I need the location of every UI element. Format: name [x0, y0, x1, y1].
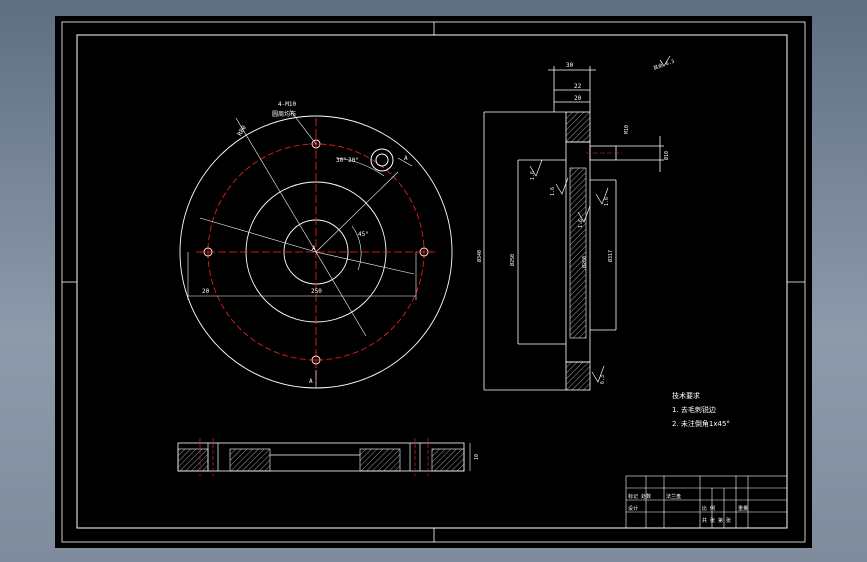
flange-section-bottom: [565, 361, 591, 391]
hole-callout-line1: 4-M10: [278, 101, 296, 108]
dim-top-second: 20: [574, 95, 582, 102]
dim-top-width: 30: [566, 62, 574, 69]
roughness-5: 6.3: [600, 375, 606, 384]
dim-right-diameter: Ø317: [607, 250, 614, 262]
center-mark: A: [312, 245, 316, 252]
lower-dim-height: 10: [474, 454, 480, 460]
roughness-1: 1.6: [530, 171, 536, 180]
tb-designer-cell: 设计: [628, 505, 638, 512]
lower-hatch-right-2: [431, 448, 465, 472]
tb-sheet-cell: 共 张 第 张: [702, 517, 731, 524]
roughness-2: 1.6: [550, 187, 556, 196]
tech-title: 技术要求: [672, 391, 700, 400]
dim-bottom-left: 20: [202, 288, 210, 295]
flange-section-top: [565, 111, 591, 143]
angle-label-a: 30°: [336, 157, 347, 164]
tech-item-2: 2. 未注倒角1x45°: [672, 419, 730, 428]
dim-inner-bore-2: Ø260: [581, 256, 588, 268]
roughness-3: 1.6: [578, 219, 584, 228]
dim-overall-height: Ø340: [476, 250, 483, 262]
hole-callout-line2: 圆周均布: [272, 110, 296, 118]
angle-label-c: 45°: [358, 231, 369, 238]
tb-drawing-name: 法兰盘: [666, 493, 681, 500]
lower-hatch-right: [359, 448, 401, 472]
dim-inner-bore: Ø250: [509, 254, 516, 266]
dim-top-inner: 22: [574, 83, 582, 90]
lower-hatch-left-2: [229, 448, 271, 472]
dim-center: 250: [311, 288, 322, 295]
roughness-4: 1.6: [604, 197, 610, 206]
lower-hatch-left: [177, 448, 209, 472]
tech-item-1: 1. 去毛刺锐边: [672, 405, 716, 414]
dim-right-hole: Ø10: [663, 151, 670, 160]
tb-name-cell: 标记 处数: [628, 493, 651, 500]
inner-bore-section: [569, 167, 587, 339]
tb-weight-cell: 重量: [738, 505, 748, 512]
tb-scale-cell: 比 例: [702, 505, 715, 512]
section-marker-top: A: [404, 155, 408, 162]
cad-drawing-canvas: 4-M10 圆周均布 R80 30° 30° 45° 20 250 A A A: [55, 16, 812, 548]
angle-label-b: 30°: [348, 157, 359, 164]
section-marker-bottom: A: [309, 378, 313, 385]
dim-right-upper: M10: [624, 125, 630, 134]
